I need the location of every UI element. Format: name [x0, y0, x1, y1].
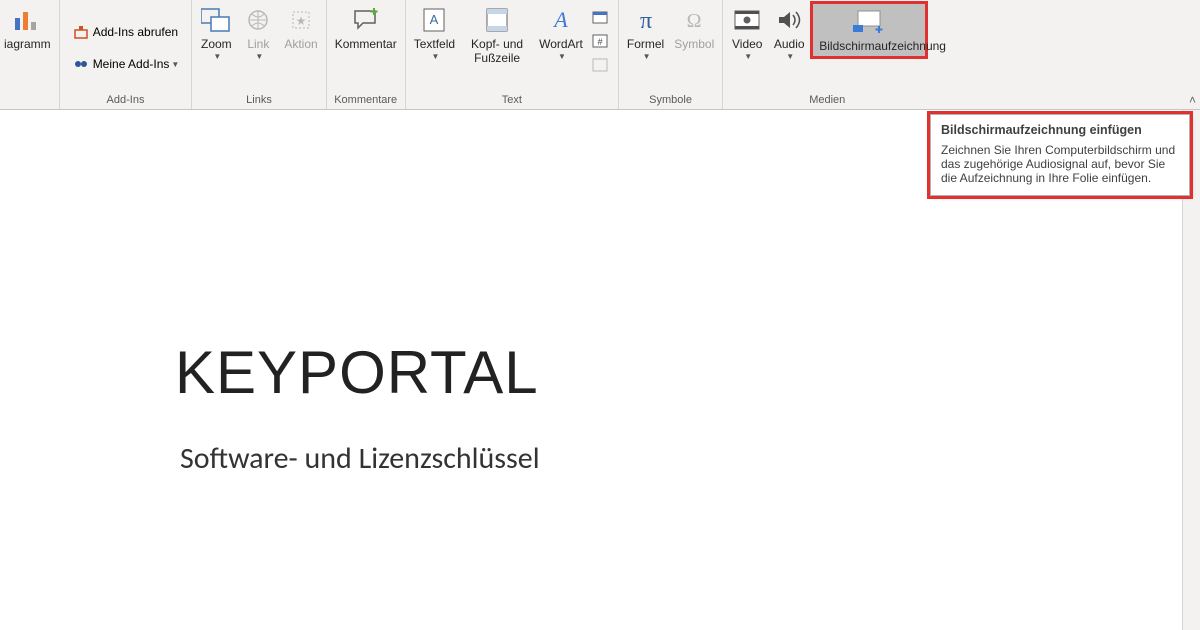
- svg-text:A: A: [552, 7, 568, 32]
- screenrecording-button[interactable]: Bildschirmaufzeichnung: [810, 1, 928, 59]
- headerfooter-icon: [485, 4, 509, 36]
- get-addins-button[interactable]: Add-Ins abrufen: [70, 21, 180, 43]
- textbox-button[interactable]: A Textfeld ▼: [410, 2, 459, 63]
- my-addins-label: Meine Add-Ins: [93, 57, 170, 71]
- chart-button[interactable]: iagramm: [0, 2, 55, 54]
- chevron-down-icon: ▼: [744, 52, 752, 61]
- video-button[interactable]: Video ▼: [727, 2, 767, 63]
- omega-icon: Ω: [681, 4, 707, 36]
- group-text-label: Text: [410, 94, 614, 109]
- zoom-label: Zoom: [201, 38, 232, 52]
- tooltip-title: Bildschirmaufzeichnung einfügen: [941, 123, 1179, 137]
- group-addins: Add-Ins abrufen Meine Add-Ins ▼ Add-Ins: [60, 0, 193, 109]
- slidenumber-button[interactable]: #: [589, 30, 614, 52]
- svg-text:★: ★: [296, 14, 307, 28]
- svg-text:A: A: [430, 12, 439, 27]
- textbox-icon: A: [422, 4, 446, 36]
- group-diagramm-label: [0, 94, 55, 109]
- tooltip-body: Zeichnen Sie Ihren Computerbildschirm un…: [941, 143, 1179, 185]
- ribbon: iagramm Add-Ins abrufen Meine Add-Ins ▼ …: [0, 0, 1200, 110]
- my-addins-button[interactable]: Meine Add-Ins ▼: [70, 53, 182, 75]
- number-icon: #: [591, 32, 609, 50]
- textbox-label: Textfeld: [414, 38, 455, 52]
- collapse-ribbon-button[interactable]: ˄: [1189, 93, 1196, 107]
- comment-button[interactable]: Kommentar: [331, 2, 401, 54]
- chevron-down-icon: ▼: [171, 60, 179, 69]
- headerfooter-button[interactable]: Kopf- und Fußzeile: [461, 2, 533, 68]
- chevron-down-icon: ▼: [213, 52, 221, 61]
- formula-button[interactable]: π Formel ▼: [623, 2, 668, 63]
- datetime-button[interactable]: [589, 6, 614, 28]
- aktion-label: Aktion: [284, 38, 317, 52]
- get-addins-label: Add-Ins abrufen: [93, 25, 178, 39]
- audio-icon: [776, 4, 802, 36]
- screenrecording-icon: [852, 6, 886, 38]
- comment-icon: [352, 4, 380, 36]
- group-comments-label: Kommentare: [331, 94, 401, 109]
- group-symbols-label: Symbole: [623, 94, 718, 109]
- chevron-down-icon: ▼: [643, 52, 651, 61]
- zoom-icon: [201, 4, 231, 36]
- headerfooter-label: Kopf- und Fußzeile: [465, 38, 529, 66]
- action-icon: ★: [289, 4, 313, 36]
- group-media: Video ▼ Audio ▼ Bildschirmaufzeichnung M…: [723, 0, 931, 109]
- pi-icon: π: [633, 4, 659, 36]
- link-button[interactable]: Link ▼: [238, 2, 278, 63]
- group-text: A Textfeld ▼ Kopf- und Fußzeile A WordAr…: [406, 0, 619, 109]
- store-icon: [72, 23, 90, 41]
- group-media-label: Medien: [727, 94, 927, 109]
- audio-label: Audio: [774, 38, 805, 52]
- text-smallstack: #: [589, 2, 614, 76]
- link-label: Link: [247, 38, 269, 52]
- formula-label: Formel: [627, 38, 664, 52]
- wordart-icon: A: [548, 4, 574, 36]
- wordart-button[interactable]: A WordArt ▼: [535, 2, 587, 63]
- link-icon: [245, 4, 271, 36]
- slide-subtitle-placeholder[interactable]: Software- und Lizenzschlüssel: [180, 440, 540, 477]
- group-addins-label: Add-Ins: [64, 94, 188, 109]
- screenrecording-tooltip: Bildschirmaufzeichnung einfügen Zeichnen…: [930, 114, 1190, 196]
- chart-icon: [13, 4, 41, 36]
- svg-text:Ω: Ω: [687, 10, 702, 32]
- video-icon: [733, 4, 761, 36]
- audio-button[interactable]: Audio ▼: [769, 2, 809, 63]
- wordart-label: WordArt: [539, 38, 583, 52]
- svg-text:π: π: [639, 7, 651, 33]
- comment-label: Kommentar: [335, 38, 397, 52]
- chevron-down-icon: ▼: [255, 52, 263, 61]
- symbol-label: Symbol: [674, 38, 714, 52]
- object-button[interactable]: [589, 54, 614, 76]
- aktion-button[interactable]: ★ Aktion: [280, 2, 321, 54]
- group-links-label: Links: [196, 94, 321, 109]
- svg-text:#: #: [597, 37, 602, 47]
- chart-label: iagramm: [4, 38, 51, 52]
- group-diagramm: iagramm: [0, 0, 60, 109]
- datetime-icon: [591, 8, 609, 26]
- chevron-down-icon: ▼: [431, 52, 439, 61]
- group-links: Zoom ▼ Link ▼ ★ Aktion Links: [192, 0, 326, 109]
- screenrecording-label: Bildschirmaufzeichnung: [819, 40, 919, 54]
- slide-title-placeholder[interactable]: KEYPORTAL: [175, 338, 539, 407]
- video-label: Video: [732, 38, 762, 52]
- puzzle-icon: [72, 55, 90, 73]
- chevron-down-icon: ▼: [558, 52, 566, 61]
- zoom-button[interactable]: Zoom ▼: [196, 2, 236, 63]
- group-comments: Kommentar Kommentare: [327, 0, 406, 109]
- chevron-down-icon: ▼: [786, 52, 794, 61]
- object-icon: [591, 56, 609, 74]
- group-symbols: π Formel ▼ Ω Symbol Symbole: [619, 0, 723, 109]
- symbol-button[interactable]: Ω Symbol: [670, 2, 718, 54]
